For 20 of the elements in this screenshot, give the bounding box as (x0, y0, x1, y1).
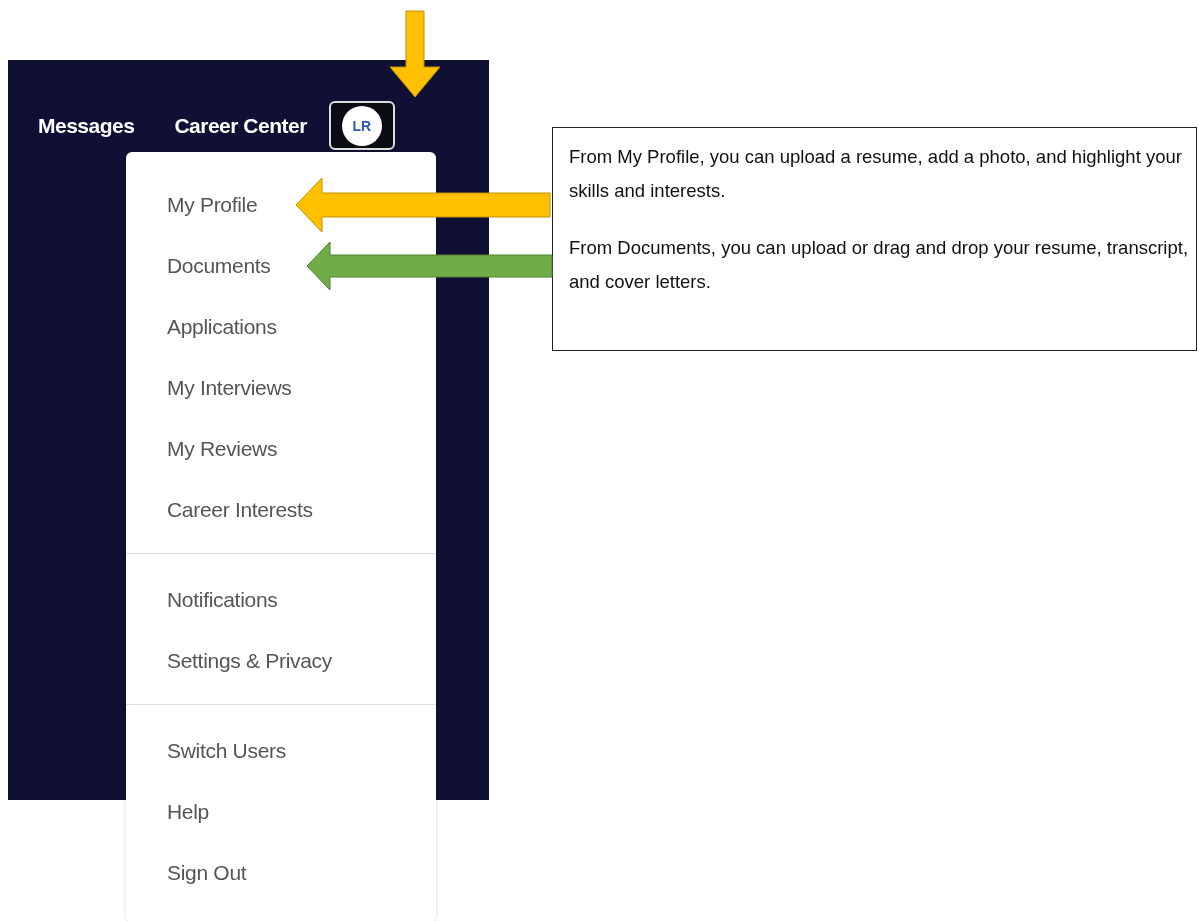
menu-item[interactable]: Sign Out (126, 842, 436, 903)
arrow-icon (389, 10, 441, 98)
menu-item[interactable]: Settings & Privacy (126, 630, 436, 691)
menu-item[interactable]: My Reviews (126, 418, 436, 479)
avatar-initials: LR (341, 105, 382, 146)
menu-item[interactable]: Switch Users (126, 720, 436, 781)
menu-item[interactable]: Help (126, 781, 436, 842)
menu-item[interactable]: Notifications (126, 569, 436, 630)
menu-item[interactable]: My Interviews (126, 357, 436, 418)
nav-link[interactable]: Career Center (174, 113, 307, 138)
callout-text: From Documents, you can upload or drag and drop your resume, transcript, and cover letters. (569, 236, 1189, 294)
menu-item[interactable]: My Profile (126, 174, 436, 235)
menu-item[interactable]: Career Interests (126, 479, 436, 540)
avatar-button[interactable]: LR (328, 101, 395, 150)
menu-item[interactable]: Documents (126, 235, 436, 296)
callout-text: From My Profile, you can upload a resume, add a photo, and highlight your skills and interests. (569, 145, 1183, 203)
arrow-icon (295, 177, 551, 233)
menu-item[interactable]: Applications (126, 296, 436, 357)
nav-link[interactable]: Messages (38, 113, 135, 138)
arrow-icon (306, 241, 553, 291)
